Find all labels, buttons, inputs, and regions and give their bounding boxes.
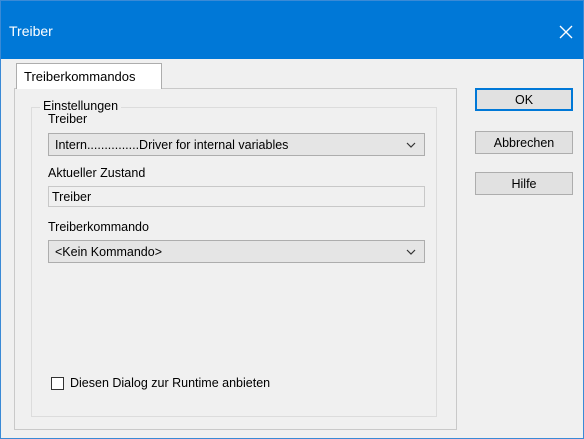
tab-treiberkommandos[interactable]: Treiberkommandos xyxy=(16,63,162,89)
runtime-checkbox-label: Diesen Dialog zur Runtime anbieten xyxy=(70,376,271,390)
driver-select-value: Intern...............Driver for internal… xyxy=(55,137,289,152)
settings-group: Einstellungen Treiber Intern............… xyxy=(31,99,437,417)
tab-panel: Einstellungen Treiber Intern............… xyxy=(14,88,457,430)
state-field-value: Treiber xyxy=(52,189,92,204)
driver-label: Treiber xyxy=(48,112,88,126)
command-select[interactable]: <Kein Kommando> xyxy=(48,240,425,263)
runtime-option[interactable]: Diesen Dialog zur Runtime anbieten xyxy=(51,376,270,390)
close-button[interactable] xyxy=(549,15,583,49)
window-title: Treiber xyxy=(9,23,53,39)
title-bar[interactable]: Treiber xyxy=(1,1,583,59)
close-icon xyxy=(559,25,573,39)
command-select-value: <Kein Kommando> xyxy=(55,244,163,259)
dialog-client-area: Treiberkommandos Einstellungen Treiber I… xyxy=(1,59,583,438)
runtime-checkbox[interactable] xyxy=(51,376,64,390)
chevron-down-icon xyxy=(406,249,416,255)
state-label: Aktueller Zustand xyxy=(48,166,146,180)
driver-select[interactable]: Intern...............Driver for internal… xyxy=(48,133,425,156)
cancel-button[interactable]: Abbrechen xyxy=(475,131,573,154)
command-label: Treiberkommando xyxy=(48,220,149,234)
dialog-window: Treiber Treiberkommandos Einstellungen T… xyxy=(0,0,584,439)
settings-group-label: Einstellungen xyxy=(40,99,122,113)
tab-label: Treiberkommandos xyxy=(24,69,136,84)
ok-button[interactable]: OK xyxy=(475,88,573,111)
state-field[interactable]: Treiber xyxy=(48,186,425,207)
chevron-down-icon xyxy=(406,142,416,148)
help-button[interactable]: Hilfe xyxy=(475,172,573,195)
